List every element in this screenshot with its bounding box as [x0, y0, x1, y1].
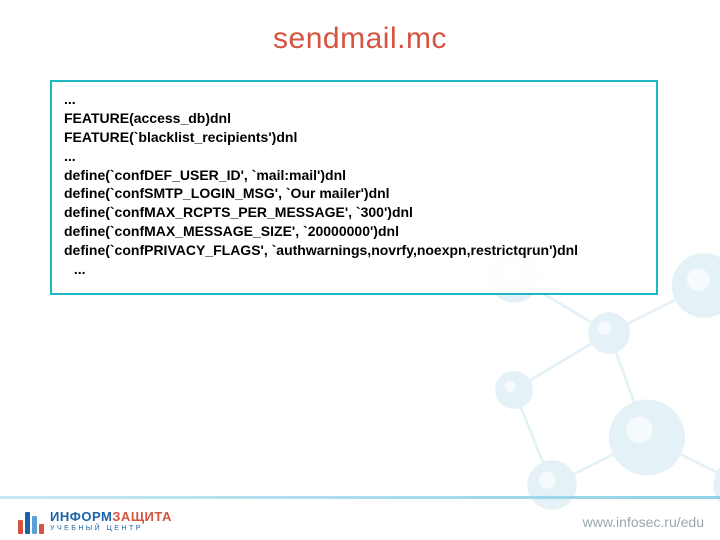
footer: ИНФОРМЗАЩИТА УЧЕБНЫЙ ЦЕНТР www.infosec.r… [0, 496, 720, 540]
logo-word-2: ЗАЩИТА [112, 509, 172, 524]
logo-word-1: ИНФОРМ [50, 509, 112, 524]
code-line: FEATURE(`blacklist_recipients')dnl [64, 128, 644, 147]
logo-text: ИНФОРМЗАЩИТА УЧЕБНЫЙ ЦЕНТР [50, 510, 172, 532]
code-line: define(`confPRIVACY_FLAGS', `authwarning… [64, 241, 644, 260]
footer-url: www.infosec.ru/edu [583, 514, 704, 530]
code-line: FEATURE(access_db)dnl [64, 109, 644, 128]
code-line: define(`confMAX_RCPTS_PER_MESSAGE', `300… [64, 203, 644, 222]
code-box: ... FEATURE(access_db)dnl FEATURE(`black… [50, 80, 658, 295]
code-line: ... [64, 260, 644, 279]
logo-mark-icon [18, 508, 44, 534]
code-line: define(`confSMTP_LOGIN_MSG', `Our mailer… [64, 184, 644, 203]
logo-subtitle: УЧЕБНЫЙ ЦЕНТР [50, 525, 172, 532]
code-line: ... [64, 147, 644, 166]
page-title: sendmail.mc [0, 22, 720, 56]
logo: ИНФОРМЗАЩИТА УЧЕБНЫЙ ЦЕНТР [18, 508, 172, 534]
footer-divider [0, 496, 720, 499]
code-line: ... [64, 90, 644, 109]
code-line: define(`confDEF_USER_ID', `mail:mail')dn… [64, 166, 644, 185]
code-line: define(`confMAX_MESSAGE_SIZE', `20000000… [64, 222, 644, 241]
